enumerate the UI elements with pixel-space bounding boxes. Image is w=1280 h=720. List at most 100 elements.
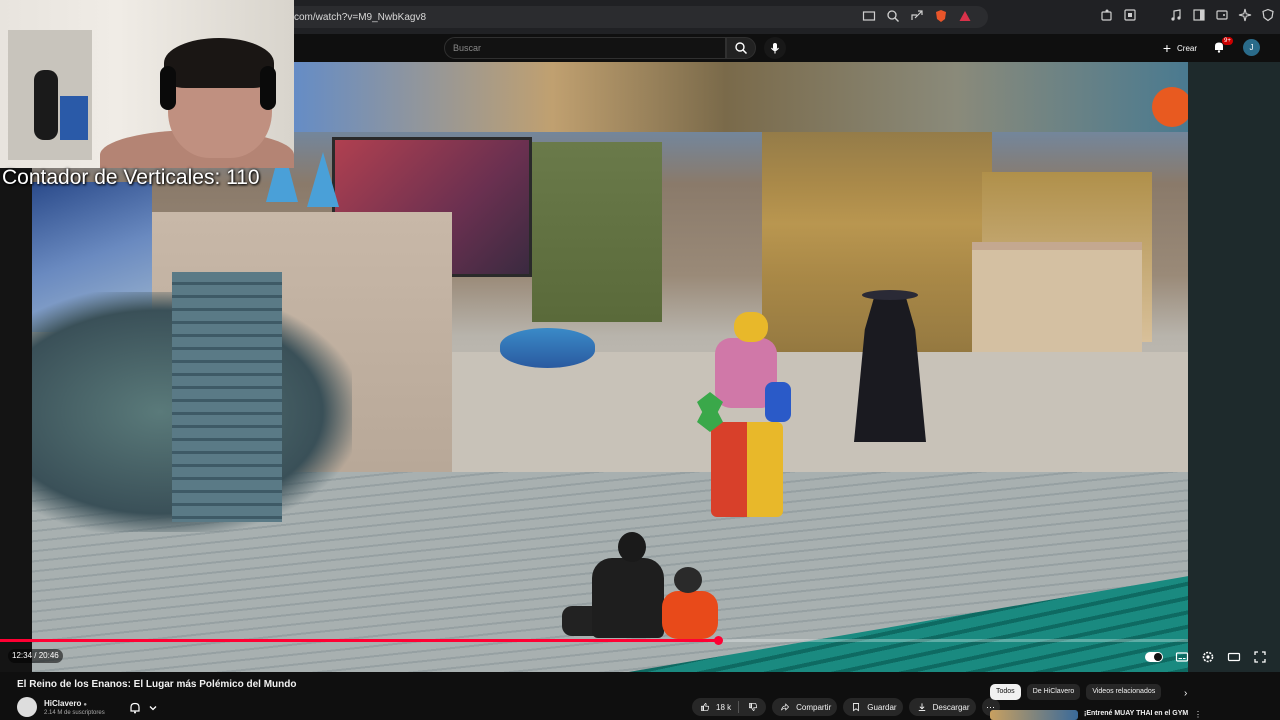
recommended-more-icon[interactable]: ⋮ bbox=[1194, 710, 1202, 719]
wallet-icon[interactable] bbox=[1215, 8, 1229, 22]
scene-garden-hill bbox=[532, 142, 662, 322]
webcam-punching-bag bbox=[34, 70, 58, 140]
create-button[interactable]: + Crear bbox=[1160, 39, 1197, 57]
right-gutter bbox=[1188, 62, 1280, 672]
autoplay-toggle[interactable] bbox=[1145, 652, 1163, 662]
webcam-blue-object bbox=[60, 96, 88, 140]
adult-head bbox=[618, 532, 646, 562]
robot-costume-performer bbox=[697, 312, 797, 522]
robot-legs bbox=[711, 422, 783, 517]
create-label: Crear bbox=[1177, 43, 1198, 53]
video-details: El Reino de los Enanos: El Lugar más Pol… bbox=[0, 672, 1280, 720]
share-button[interactable]: Compartir bbox=[772, 698, 838, 716]
like-count: 18 k bbox=[716, 702, 732, 712]
thumbs-up-icon bbox=[698, 700, 712, 714]
theater-mode-icon[interactable] bbox=[1227, 650, 1241, 664]
like-button[interactable]: 18 k bbox=[698, 700, 731, 714]
account-avatar-letter: J bbox=[1249, 43, 1254, 52]
chevron-down-icon bbox=[146, 701, 160, 715]
voice-search-button[interactable] bbox=[764, 37, 786, 59]
download-button[interactable]: Descargar bbox=[908, 698, 976, 716]
brave-shield-icon[interactable] bbox=[934, 9, 948, 23]
headset-right-cup bbox=[260, 66, 276, 110]
vertical-counter-overlay: Contador de Verticales: 110 bbox=[2, 166, 260, 189]
video-title: El Reino de los Enanos: El Lugar más Pol… bbox=[17, 679, 297, 690]
scene-blue-drum bbox=[500, 328, 595, 368]
subtitles-icon[interactable] bbox=[1175, 650, 1189, 664]
extensions-area bbox=[1100, 8, 1280, 22]
address-bar-icons bbox=[862, 9, 972, 23]
spectator-child bbox=[662, 567, 722, 639]
channel-avatar[interactable] bbox=[17, 697, 37, 717]
adult-torso bbox=[592, 558, 664, 638]
chevron-right-icon[interactable]: › bbox=[1184, 688, 1187, 699]
url-text: com/watch?v=M9_NwbKagv8 bbox=[294, 11, 427, 23]
progress-played bbox=[0, 639, 718, 642]
current-time: 12:34 bbox=[12, 651, 33, 660]
channel-name: HiClavero bbox=[44, 699, 82, 708]
subscription-bell-button[interactable] bbox=[128, 701, 160, 715]
account-avatar[interactable]: J bbox=[1243, 39, 1260, 56]
vpn-shield-icon[interactable] bbox=[1261, 8, 1275, 22]
download-icon bbox=[915, 700, 929, 714]
save-button[interactable]: Guardar bbox=[843, 698, 903, 716]
thumbs-down-icon[interactable] bbox=[746, 700, 760, 714]
progress-scrubber[interactable] bbox=[714, 636, 723, 645]
zoom-icon[interactable] bbox=[886, 9, 900, 23]
search-box bbox=[444, 37, 726, 59]
search-button[interactable] bbox=[726, 37, 756, 59]
address-bar[interactable]: com/watch?v=M9_NwbKagv8 bbox=[284, 6, 988, 28]
share-page-icon[interactable] bbox=[910, 9, 924, 23]
video-actions: 18 k Compartir Guardar Descargar ⋯ bbox=[692, 698, 1000, 716]
scene-tower-roof bbox=[307, 152, 339, 207]
ai-sparkle-icon[interactable] bbox=[1238, 8, 1252, 22]
notifications-badge: 9+ bbox=[1222, 37, 1233, 45]
save-label: Guardar bbox=[867, 702, 897, 712]
sidebar-icon[interactable] bbox=[1192, 8, 1206, 22]
recommendation-filter-chips: Todos De HiClavero Videos relacionados bbox=[990, 684, 1162, 700]
like-dislike-group: 18 k bbox=[692, 698, 767, 716]
chip-all[interactable]: Todos bbox=[990, 684, 1021, 700]
duration: 20:46 bbox=[38, 651, 59, 660]
chip-related[interactable]: Videos relacionados bbox=[1086, 684, 1162, 700]
download-label: Descargar bbox=[932, 702, 970, 712]
chip-from-channel[interactable]: De HiClavero bbox=[1026, 684, 1081, 700]
player-right-controls bbox=[1145, 650, 1267, 664]
scene-orange-balloon bbox=[1152, 87, 1188, 127]
screen: com/watch?v=M9_NwbKagv8 Buscar + Crear 9… bbox=[0, 0, 1280, 720]
streamer-hair bbox=[164, 38, 274, 88]
time-display: 12:34 / 20:46 bbox=[8, 649, 63, 663]
music-icon[interactable] bbox=[1169, 8, 1183, 22]
bookmark-icon bbox=[849, 700, 863, 714]
puzzle-icon[interactable] bbox=[1100, 8, 1114, 22]
child-head bbox=[674, 567, 702, 593]
robot-shield bbox=[765, 382, 791, 422]
cast-icon[interactable] bbox=[862, 9, 876, 23]
webcam-overlay bbox=[0, 0, 294, 168]
brave-rewards-icon[interactable] bbox=[958, 9, 972, 23]
child-torso bbox=[662, 591, 718, 639]
recommended-video-thumbnail[interactable] bbox=[990, 710, 1078, 720]
headset-left-cup bbox=[160, 66, 176, 110]
settings-gear-icon[interactable] bbox=[1201, 650, 1215, 664]
robot-head bbox=[734, 312, 768, 342]
channel-name-row[interactable]: HiClavero ● bbox=[44, 699, 87, 708]
performer-hat bbox=[862, 290, 918, 300]
microphone-icon bbox=[768, 41, 782, 55]
search-icon bbox=[734, 41, 748, 55]
plus-icon: + bbox=[1162, 40, 1172, 56]
share-label: Compartir bbox=[796, 702, 832, 712]
like-divider bbox=[738, 701, 740, 713]
subscriber-count: 2.14 M de suscriptores bbox=[44, 710, 105, 716]
subscribed-bell-icon bbox=[128, 701, 142, 715]
fullscreen-icon[interactable] bbox=[1253, 650, 1267, 664]
spectator-adult bbox=[562, 532, 666, 652]
recommended-video-title[interactable]: ¡Entrené MUAY THAI en el GYM bbox=[1084, 710, 1188, 717]
verified-icon: ● bbox=[83, 702, 87, 708]
share-arrow-icon bbox=[778, 700, 792, 714]
screenshot-icon[interactable] bbox=[1123, 8, 1137, 22]
search-input[interactable] bbox=[453, 43, 725, 53]
scene-stone-stairs bbox=[172, 272, 282, 522]
progress-bar[interactable] bbox=[0, 636, 1188, 645]
